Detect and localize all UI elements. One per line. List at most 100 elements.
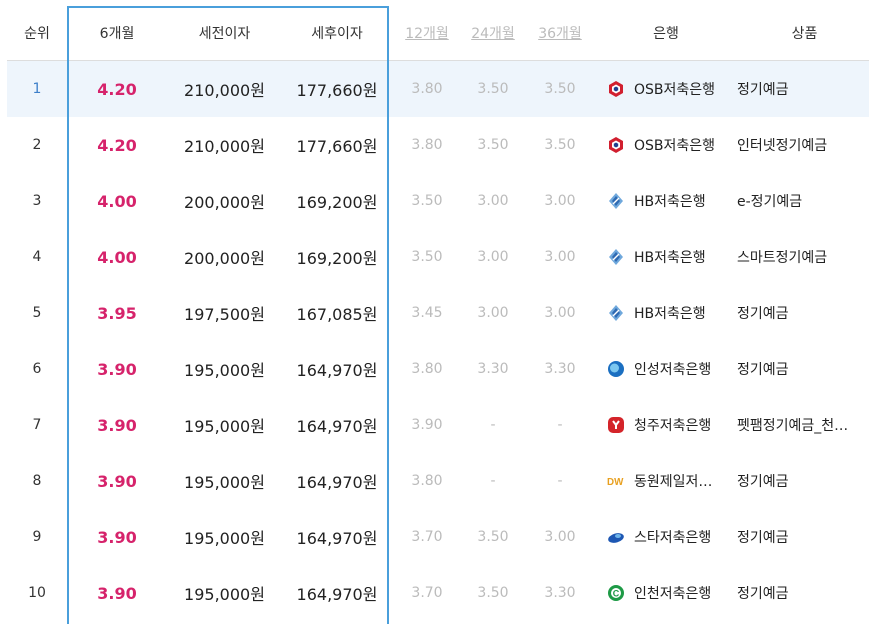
bank-cell[interactable]: 청주저축은행	[607, 397, 732, 453]
table-body: 1 4.20 210,000원 177,660원 3.80 3.50 3.50 OSB저축은행…	[7, 61, 869, 621]
dw-logo-icon: DW	[607, 472, 625, 490]
rate-12m-cell: 3.80	[411, 81, 443, 97]
header-12-month-link[interactable]: 12개월	[392, 5, 462, 60]
rate-24m-cell: 3.30	[477, 361, 509, 377]
pre-tax-interest-cell: 197,500원	[184, 305, 265, 324]
bank-name: 동원제일저…	[634, 474, 713, 490]
rate-24m-cell: 3.00	[477, 305, 509, 321]
rank-cell: 10	[28, 585, 46, 601]
rate-12m-cell: 3.70	[411, 585, 443, 601]
hb-logo-icon	[607, 304, 625, 322]
pre-tax-interest-cell: 195,000원	[184, 417, 265, 436]
table-row[interactable]: 4 4.00 200,000원 169,200원 3.50 3.00 3.00 HB저축은행 스…	[7, 229, 869, 285]
rate-36m-cell: -	[557, 417, 563, 433]
bank-cell[interactable]: 스타저축은행	[607, 509, 732, 565]
product-cell[interactable]: 정기예금	[737, 61, 869, 117]
rate-6m-cell: 3.90	[97, 415, 137, 435]
rate-36m-cell: 3.00	[544, 193, 576, 209]
incheon-logo-icon: C	[607, 584, 625, 602]
rank-cell: 6	[32, 361, 42, 377]
product-cell[interactable]: 인터넷정기예금	[737, 117, 869, 173]
product-cell[interactable]: 펫팸정기예금_천…	[737, 397, 869, 453]
bank-cell[interactable]: HB저축은행	[607, 229, 732, 285]
table-row[interactable]: 1 4.20 210,000원 177,660원 3.80 3.50 3.50 OSB저축은행…	[7, 61, 869, 117]
rate-24m-cell: -	[490, 473, 496, 489]
bank-cell[interactable]: HB저축은행	[607, 285, 732, 341]
product-name: 정기예금	[737, 306, 789, 322]
star-logo-icon	[607, 528, 625, 546]
rate-6m-cell: 3.95	[97, 303, 137, 323]
rank-cell: 9	[32, 529, 42, 545]
bank-name: HB저축은행	[634, 250, 706, 266]
deposit-rate-table: 순위 6개월 세전이자 세후이자 12개월 24개월 36개월 은행 상품 1 4…	[7, 5, 869, 621]
product-cell[interactable]: 정기예금	[737, 565, 869, 621]
table-row[interactable]: 8 3.90 195,000원 164,970원 3.80 - - DW 동원제일저… 정기예금	[7, 453, 869, 509]
osb-logo-icon	[607, 136, 625, 154]
product-name: 정기예금	[737, 474, 789, 490]
header-bank: 은행	[653, 25, 679, 42]
rate-36m-cell: 3.30	[544, 361, 576, 377]
product-cell[interactable]: 정기예금	[737, 453, 869, 509]
bank-name: 스타저축은행	[634, 530, 712, 546]
bank-cell[interactable]: HB저축은행	[607, 173, 732, 229]
product-name: 정기예금	[737, 82, 789, 98]
table-row[interactable]: 3 4.00 200,000원 169,200원 3.50 3.00 3.00 HB저축은행 e…	[7, 173, 869, 229]
bank-cell[interactable]: 인성저축은행	[607, 341, 732, 397]
bank-cell[interactable]: OSB저축은행	[607, 117, 732, 173]
osb-logo-icon	[607, 80, 625, 98]
table-row[interactable]: 7 3.90 195,000원 164,970원 3.90 - - 청주저축은행 펫팸정기예금_…	[7, 397, 869, 453]
post-tax-interest-cell: 164,970원	[296, 585, 378, 604]
table-row[interactable]: 6 3.90 195,000원 164,970원 3.80 3.30 3.30 인성저축은행 정…	[7, 341, 869, 397]
bank-cell[interactable]: DW 동원제일저…	[607, 453, 732, 509]
bank-name: 인성저축은행	[634, 362, 712, 378]
rate-36m-cell: 3.00	[544, 249, 576, 265]
header-36-month-link[interactable]: 36개월	[524, 5, 596, 60]
rate-6m-cell: 4.20	[97, 135, 137, 155]
post-tax-interest-cell: 167,085원	[296, 305, 378, 324]
table-row[interactable]: 2 4.20 210,000원 177,660원 3.80 3.50 3.50 OSB저축은행…	[7, 117, 869, 173]
product-cell[interactable]: 스마트정기예금	[737, 229, 869, 285]
header-24-month-link[interactable]: 24개월	[462, 5, 524, 60]
table-row[interactable]: 5 3.95 197,500원 167,085원 3.45 3.00 3.00 HB저축은행 정…	[7, 285, 869, 341]
rate-36m-cell: 3.00	[544, 305, 576, 321]
pre-tax-interest-cell: 195,000원	[184, 585, 265, 604]
svg-text:DW: DW	[607, 477, 624, 488]
rate-6m-cell: 4.20	[97, 79, 137, 99]
product-name: 스마트정기예금	[737, 250, 828, 266]
rate-12m-cell: 3.50	[411, 193, 443, 209]
rate-24m-cell: 3.00	[477, 249, 509, 265]
bank-cell[interactable]: OSB저축은행	[607, 61, 732, 117]
rate-6m-cell: 4.00	[97, 247, 137, 267]
product-cell[interactable]: 정기예금	[737, 341, 869, 397]
rank-cell: 2	[32, 137, 42, 153]
rate-6m-cell: 3.90	[97, 527, 137, 547]
rate-36m-cell: 3.50	[544, 81, 576, 97]
bank-name: HB저축은행	[634, 306, 706, 322]
bank-cell[interactable]: C 인천저축은행	[607, 565, 732, 621]
rate-12m-cell: 3.80	[411, 137, 443, 153]
post-tax-interest-cell: 164,970원	[296, 529, 378, 548]
post-tax-interest-cell: 169,200원	[296, 193, 378, 212]
rate-12m-cell: 3.80	[411, 473, 443, 489]
insung-logo-icon	[607, 360, 625, 378]
rate-24m-cell: 3.50	[477, 137, 509, 153]
header-6-month[interactable]: 6개월	[67, 5, 167, 60]
post-tax-interest-cell: 177,660원	[296, 81, 378, 100]
rate-36m-cell: 3.50	[544, 137, 576, 153]
product-cell[interactable]: 정기예금	[737, 285, 869, 341]
rank-cell: 7	[32, 417, 42, 433]
post-tax-interest-cell: 164,970원	[296, 473, 378, 492]
product-cell[interactable]: e-정기예금	[737, 173, 869, 229]
product-cell[interactable]: 정기예금	[737, 509, 869, 565]
cheongju-logo-icon	[607, 416, 625, 434]
table-row[interactable]: 10 3.90 195,000원 164,970원 3.70 3.50 3.30 C 인천저축은…	[7, 565, 869, 621]
bank-name: 인천저축은행	[634, 586, 712, 602]
pre-tax-interest-cell: 195,000원	[184, 361, 265, 380]
table-row[interactable]: 9 3.90 195,000원 164,970원 3.70 3.50 3.00 스타저축은행 정…	[7, 509, 869, 565]
svg-text:C: C	[613, 589, 620, 599]
rate-12m-cell: 3.45	[411, 305, 443, 321]
pre-tax-interest-cell: 195,000원	[184, 529, 265, 548]
rank-cell: 1	[32, 81, 42, 97]
rate-6m-cell: 4.00	[97, 191, 137, 211]
rate-12m-cell: 3.90	[411, 417, 443, 433]
